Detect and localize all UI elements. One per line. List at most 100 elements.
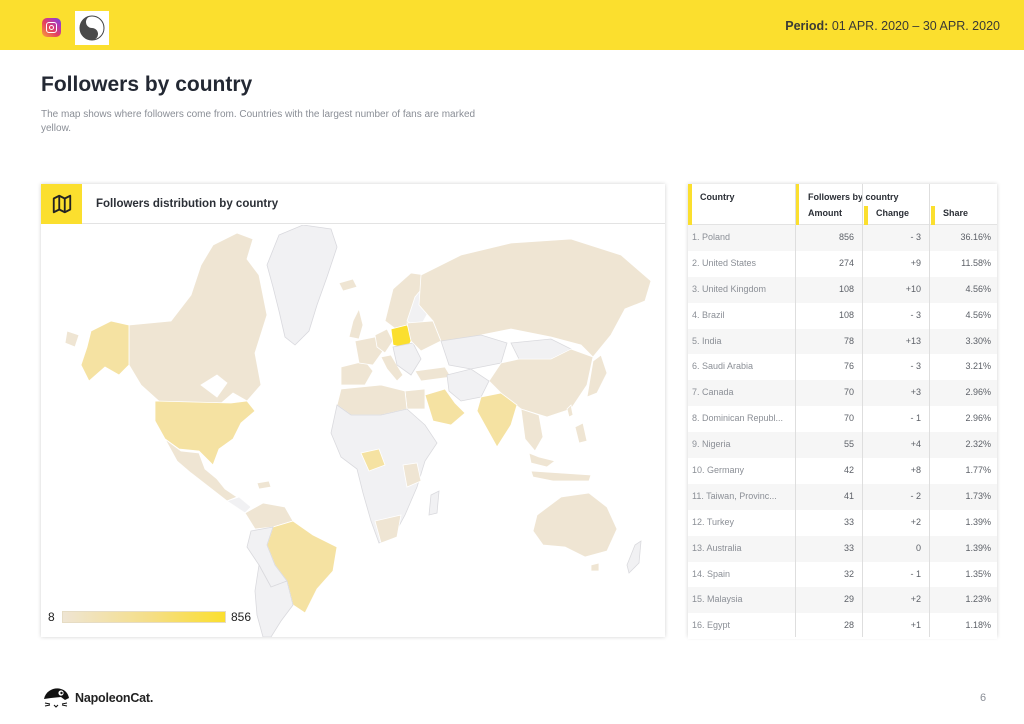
period-label: Period: [785,19,829,33]
country-india[interactable] [476,392,518,448]
world-map-svg[interactable] [41,224,665,638]
cell-amount: 33 [843,542,854,553]
legend-max-label: 856 [231,610,252,624]
cell-amount: 41 [843,490,854,501]
country-usa-alaska[interactable] [80,320,130,382]
cell-country: 8. Dominican Republ... [692,413,784,424]
table-row[interactable]: 10. Germany 42 +8 1.77% [688,458,997,484]
cell-country: 1. Poland [692,232,731,242]
cell-country: 14. Spain [692,568,731,579]
cell-share: 3.30% [965,335,991,346]
header-accent-bar [931,206,935,225]
table-row[interactable]: 4. Brazil 108 - 3 4.56% [688,302,997,329]
table-row[interactable]: 11. Taiwan, Provinc... 41 - 2 1.73% [688,483,997,510]
cell-share: 1.73% [965,490,991,501]
cell-amount: 28 [843,620,854,631]
header-accent-bar [864,206,868,225]
country-kazakhstan[interactable] [440,334,508,370]
cell-share: 3.21% [965,361,991,372]
country-dominican-republic[interactable] [256,480,272,490]
table-row[interactable]: 6. Saudi Arabia 76 - 3 3.21% [688,354,997,381]
header-amount[interactable]: Amount [808,208,842,218]
cell-change: +1 [910,620,921,631]
cell-change: - 1 [910,568,921,579]
cell-change: - 3 [910,232,921,242]
cell-share: 2.32% [965,439,991,450]
country-uk[interactable] [348,307,364,340]
table-row[interactable]: 8. Dominican Republ... 70 - 1 2.96% [688,406,997,433]
cell-country: 9. Nigeria [692,439,731,450]
country-greenland[interactable] [266,224,338,346]
page-title: Followers by country [41,73,253,96]
cell-country: 4. Brazil [692,309,725,320]
cell-change: +3 [910,387,921,398]
cell-share: 1.39% [965,516,991,527]
cell-share: 4.56% [965,309,991,320]
table-row[interactable]: 14. Spain 32 - 1 1.35% [688,561,997,588]
cell-share: 1.23% [965,594,991,605]
top-bar: Period: 01 APR. 2020 – 30 APR. 2020 [0,0,1024,50]
cell-country: 12. Turkey [692,516,735,527]
table-row[interactable]: 16. Egypt 28 +1 1.18% [688,613,997,640]
cell-country: 3. United Kingdom [692,283,767,294]
country-australia[interactable] [532,492,618,558]
table-row[interactable]: 13. Australia 33 0 1.39% [688,535,997,562]
followers-table: Country Followers by country Amount Chan… [688,184,997,640]
country-malaysia[interactable] [528,452,556,468]
map-card-title: Followers distribution by country [96,198,279,210]
cell-country: 6. Saudi Arabia [692,361,754,372]
map-icon-box [41,184,82,224]
table-header: Country Followers by country Amount Chan… [688,184,997,225]
page-number: 6 [980,692,987,704]
table-row[interactable]: 15. Malaysia 29 +2 1.23% [688,587,997,614]
cell-change: - 3 [910,309,921,320]
cell-country: 7. Canada [692,387,734,398]
table-row[interactable]: 1. Poland 856 - 3 36.16% [688,225,997,251]
country-north-africa[interactable] [336,384,408,416]
column-divider [929,184,930,637]
header-share[interactable]: Share [943,208,968,218]
country-canada[interactable] [128,232,268,406]
country-new-zealand[interactable] [626,540,642,574]
country-egypt[interactable] [404,388,426,410]
cell-change: +8 [910,465,921,476]
yin-yang-icon [79,15,105,41]
country-southeast-asia[interactable] [520,408,544,452]
legend-gradient-bar [62,611,226,623]
cell-amount: 33 [843,516,854,527]
country-usa[interactable] [154,400,256,466]
table-row[interactable]: 9. Nigeria 55 +4 2.32% [688,432,997,459]
profile-avatar [75,11,109,45]
cell-country: 16. Egypt [692,620,731,631]
table-row[interactable]: 2. United States 274 +9 11.58% [688,250,997,277]
cell-share: 1.77% [965,465,991,476]
table-row[interactable]: 7. Canada 70 +3 2.96% [688,380,997,407]
cell-share: 11.58% [961,257,991,268]
cell-amount: 55 [843,439,854,450]
header-change[interactable]: Change [876,208,909,218]
cell-change: - 2 [910,490,921,501]
table-row[interactable]: 5. India 78 +13 3.30% [688,328,997,355]
table-row[interactable]: 3. United Kingdom 108 +10 4.56% [688,276,997,303]
cell-share: 1.39% [965,542,991,553]
cell-share: 4.56% [965,283,991,294]
world-map[interactable]: 8 856 [41,224,665,638]
header-country[interactable]: Country [700,192,735,202]
country-turkey[interactable] [414,366,452,382]
country-iran-afghanistan[interactable] [446,368,490,402]
cell-share: 2.96% [965,413,991,424]
table-row[interactable]: 12. Turkey 33 +2 1.39% [688,509,997,536]
cell-amount: 274 [838,257,854,268]
cell-change: +2 [910,516,921,527]
header-accent-bar [688,184,692,225]
period-range: Period: 01 APR. 2020 – 30 APR. 2020 [785,19,1000,33]
cell-change: +2 [910,594,921,605]
map-icon [52,194,71,214]
column-divider [795,184,796,637]
country-indonesia[interactable] [530,470,592,482]
cell-amount: 108 [838,283,854,294]
cell-country: 11. Taiwan, Provinc... [692,490,777,501]
cell-country: 15. Malaysia [692,594,743,605]
cell-amount: 78 [843,335,854,346]
legend-min-label: 8 [48,610,55,624]
